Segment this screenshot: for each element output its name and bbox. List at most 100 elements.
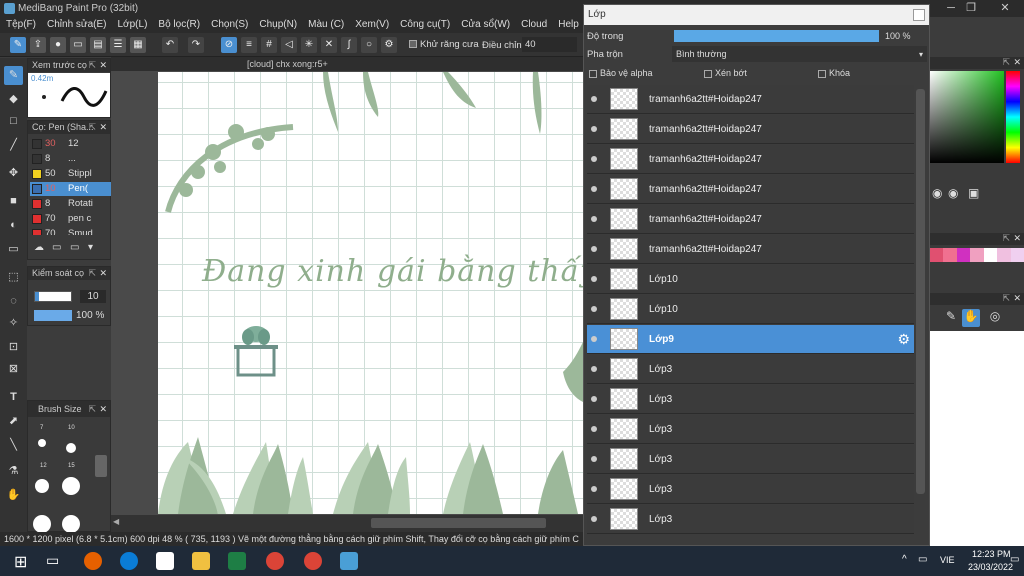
snap-off-icon[interactable]: ⊘ (221, 37, 237, 53)
menu-item-cloud[interactable]: Cloud (521, 17, 547, 33)
brush-size-dot[interactable] (62, 477, 80, 495)
select-tool-icon[interactable]: ⬚ (4, 268, 23, 287)
fill-rect-tool-icon[interactable]: ■ (4, 192, 23, 211)
close-icon[interactable]: ✕ (99, 401, 107, 417)
eye-icon[interactable] (591, 276, 597, 282)
menu-item-tools[interactable]: Công cụ(T) (400, 17, 450, 33)
layer-item[interactable]: tramanh6a2tt#Hoidap247 (587, 85, 914, 114)
eye-icon[interactable] (591, 336, 597, 342)
eye-icon[interactable] (591, 396, 597, 402)
snap-grid-icon[interactable]: # (261, 37, 277, 53)
divide-tool-icon[interactable]: ╲ (4, 436, 23, 455)
layer-item[interactable]: Lớp3 (587, 445, 914, 474)
close-icon[interactable]: ✕ (1013, 293, 1021, 304)
antialias-toggle[interactable]: Khử răng cưa (409, 39, 479, 50)
close-icon[interactable]: ✕ (99, 59, 107, 72)
notification-icon[interactable]: ▭ (1010, 554, 1019, 565)
eye-icon[interactable] (591, 186, 597, 192)
eye-icon[interactable] (591, 156, 597, 162)
eye-icon[interactable] (591, 426, 597, 432)
layer-item[interactable]: tramanh6a2tt#Hoidap247 (587, 205, 914, 234)
eye-icon[interactable] (591, 126, 597, 132)
eyedropper-icon[interactable]: ✎ (942, 309, 960, 327)
brush-item[interactable]: 70 pen c (30, 212, 120, 226)
maximize-icon[interactable]: ❐ (956, 0, 986, 17)
menu-item-color[interactable]: Màu (C) (308, 17, 344, 33)
layer-item[interactable]: tramanh6a2tt#Hoidap247 (587, 235, 914, 264)
medibang-icon[interactable] (340, 552, 358, 570)
brush-size-slider[interactable] (34, 291, 72, 302)
undo-icon[interactable]: ↶ (162, 37, 178, 53)
lasso-tool-icon[interactable]: ◌ (4, 292, 23, 311)
store-icon[interactable] (156, 552, 174, 570)
gradient-tool-icon[interactable]: ▭ (4, 240, 23, 259)
gear-icon[interactable]: ⚙ (897, 331, 910, 348)
horizontal-scrollbar[interactable]: ◀ (111, 515, 583, 532)
color-picker-field[interactable] (930, 71, 1004, 163)
layer-item[interactable]: Lớp3 (587, 415, 914, 444)
lock-toggle[interactable]: Khóa (818, 64, 850, 83)
layer-item-selected[interactable]: Lớp9 ⚙ (587, 325, 914, 354)
menu-item-window[interactable]: Cửa sổ(W) (461, 17, 510, 33)
snap-settings-icon[interactable]: ⚙ (381, 37, 397, 53)
close-icon[interactable]: ✕ (1013, 233, 1021, 244)
snap-circle-icon[interactable]: ○ (361, 37, 377, 53)
palette-swatch[interactable] (943, 248, 957, 262)
antialias-checkbox[interactable] (409, 40, 417, 49)
brush-size-dot[interactable] (33, 515, 51, 533)
list-icon[interactable]: ☰ (110, 37, 126, 53)
task-view-icon[interactable]: ▭ (46, 552, 59, 569)
layer-item[interactable]: Lớp3 (587, 475, 914, 504)
select-eraser-tool-icon[interactable]: ⊠ (4, 360, 23, 379)
brush-size-dot[interactable] (62, 515, 80, 533)
hand-tool-icon[interactable]: ✋ (4, 486, 23, 505)
popout-icon[interactable]: ⇱ (88, 401, 96, 417)
palette-swatch[interactable] (970, 248, 984, 262)
popout-icon[interactable]: ⇱ (1002, 293, 1010, 304)
firefox-icon[interactable] (84, 552, 102, 570)
brush-size-value[interactable]: 10 (80, 290, 106, 303)
menu-item-layer[interactable]: Lớp(L) (118, 17, 148, 33)
palette-swatch[interactable] (983, 248, 998, 262)
layer-item[interactable]: Lớp3 (587, 505, 914, 534)
grid-icon[interactable]: ▦ (130, 37, 146, 53)
layer-item[interactable]: Lớp3 (587, 355, 914, 384)
adjust-input[interactable]: 40 (522, 37, 577, 52)
magic-wand-tool-icon[interactable]: ✧ (4, 314, 23, 333)
popout-icon[interactable]: ⇱ (88, 121, 96, 134)
brush-size-dot[interactable] (35, 479, 49, 493)
pen-tool-icon[interactable]: ╱ (4, 136, 23, 155)
rect-tool-icon[interactable]: □ (4, 112, 23, 131)
move-tool-icon[interactable]: ✥ (4, 164, 23, 183)
comment-icon[interactable]: ▭ (70, 37, 86, 53)
snap-radial-icon[interactable]: ✳ (301, 37, 317, 53)
opacity-slider[interactable] (674, 30, 879, 42)
snap-parallel-icon[interactable]: ≡ (241, 37, 257, 53)
menu-item-help[interactable]: Help (558, 17, 579, 33)
select-pen-tool-icon[interactable]: ⊡ (4, 338, 23, 357)
popout-icon[interactable]: ⇱ (1002, 233, 1010, 244)
text-tool-icon[interactable]: T (4, 388, 23, 407)
eye-icon[interactable] (591, 486, 597, 492)
eye-icon[interactable] (591, 516, 597, 522)
chevron-up-icon[interactable]: ^ (902, 554, 907, 565)
windows-start-icon[interactable]: ⊞ (14, 552, 27, 572)
menu-item-select[interactable]: Chọn(S) (211, 17, 248, 33)
close-icon[interactable]: ✕ (99, 267, 107, 280)
color-icon[interactable]: ◉ (932, 186, 942, 200)
file-explorer-icon[interactable] (192, 552, 210, 570)
chrome-icon[interactable] (266, 552, 284, 570)
brush-opacity-slider[interactable] (34, 310, 72, 321)
brush-item[interactable]: 8 ... (30, 152, 120, 166)
layer-item[interactable]: Lớp10 (587, 295, 914, 324)
color-icon[interactable]: ▣ (968, 186, 979, 200)
color-icon[interactable]: ◉ (948, 186, 958, 200)
eye-icon[interactable] (591, 216, 597, 222)
page-icon[interactable]: ▤ (90, 37, 106, 53)
palette-swatch[interactable] (997, 248, 1011, 262)
eye-icon[interactable] (591, 456, 597, 462)
eye-icon[interactable] (591, 366, 597, 372)
eye-icon[interactable] (591, 96, 597, 102)
brush-item[interactable]: 8 Rotati (30, 197, 120, 211)
edge-icon[interactable] (120, 552, 138, 570)
